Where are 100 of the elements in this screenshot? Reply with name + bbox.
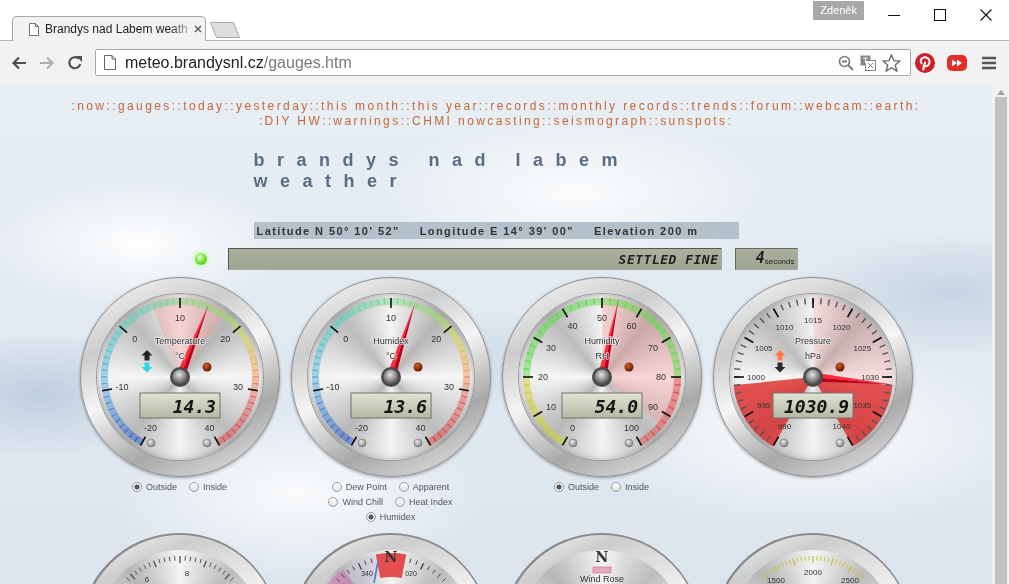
scrollbar[interactable] (992, 84, 1009, 584)
extension-icon[interactable] (947, 54, 967, 71)
knob-icon (357, 438, 366, 448)
knob-icon (568, 438, 577, 448)
scale-label: 40 (204, 423, 214, 434)
radio-option[interactable]: Dew Point (331, 481, 387, 492)
scale-label: 70 (647, 342, 658, 353)
nav-link[interactable]: :webcam: (799, 98, 870, 113)
countdown-display: 4seconds (734, 248, 798, 270)
led-icon (624, 362, 633, 372)
scale-label: 10 (174, 313, 185, 323)
rose-petal (592, 566, 611, 574)
url-text: meteo.brandysnl.cz/gauges.htm (125, 53, 352, 72)
close-icon[interactable] (980, 9, 992, 21)
nav-link[interactable]: :now: (71, 98, 113, 113)
nav-link[interactable]: :this month: (315, 98, 407, 113)
scale-label: 30 (443, 382, 454, 393)
nav-link[interactable]: :monthly records: (552, 98, 686, 113)
scale-label: 100 (623, 423, 639, 434)
nav-link[interactable]: :this year: (406, 98, 485, 113)
extension-icon[interactable] (915, 52, 935, 73)
scale-label: 1020 (832, 323, 850, 333)
page-icon (104, 55, 116, 70)
nav-link[interactable]: :seismograph: (547, 113, 655, 128)
north-label: N (595, 549, 608, 565)
nav-link[interactable]: :warnings: (327, 113, 407, 128)
maximize-icon[interactable] (934, 9, 946, 21)
close-icon[interactable] (193, 25, 202, 33)
nav-link[interactable]: :forum: (744, 98, 800, 113)
scale-label: 90 (647, 401, 658, 412)
scale-label: 80 (655, 372, 666, 382)
nav-link[interactable]: :earth: (869, 98, 921, 113)
scale-label: 995 (756, 401, 770, 410)
scale-label: -10 (114, 382, 128, 393)
scrollbar-thumb[interactable] (994, 97, 1007, 584)
scale-label: 2000 (803, 567, 822, 577)
lcd-display: 54.0 (561, 392, 642, 419)
gauge-title: Wind Rose (579, 574, 624, 584)
radio-option[interactable]: Inside (189, 481, 228, 492)
star-icon[interactable] (882, 53, 901, 72)
radio-option[interactable]: Inside (611, 481, 650, 492)
location-text: Longitude E 14° 39' 00" (419, 224, 574, 237)
gauge-unit: hPa (804, 351, 821, 361)
knob-icon (413, 438, 422, 448)
gauge-unit: °C (174, 351, 185, 361)
scale-label: 990 (777, 421, 791, 431)
address-bar[interactable]: meteo.brandysnl.cz/gauges.htm (95, 49, 911, 76)
radio-option[interactable]: Wind Chill (328, 496, 383, 507)
needle-hub (169, 367, 190, 387)
site-title: weather (253, 171, 411, 192)
scale-label: 1500 (766, 575, 785, 584)
reload-icon[interactable] (67, 54, 83, 71)
forecast-display: SETTLED FINE (227, 248, 722, 270)
scale-label: 0 (131, 334, 137, 345)
scale-label: 50 (596, 313, 607, 323)
radio-option[interactable]: Outside (553, 481, 599, 492)
scale-label: 20 (430, 334, 441, 345)
knob-icon (835, 438, 844, 448)
location-text: Latitude N 50° 10' 52" (256, 224, 400, 237)
nav-link[interactable]: :today: (177, 98, 231, 113)
scale-label: 6 (144, 574, 149, 584)
scale-label: 1000 (746, 372, 765, 382)
site-title: brandys nad labem (253, 150, 632, 171)
scale-label: 40 (567, 320, 577, 331)
radio-option[interactable]: Humidex (365, 511, 416, 522)
lcd-display: 14.3 (139, 392, 220, 419)
scale-label: 8 (184, 568, 189, 578)
scale-label: 1035 (852, 401, 871, 410)
scale-label: 1010 (775, 323, 793, 333)
nav-link[interactable]: :trends: (685, 98, 745, 113)
knob-icon (624, 438, 633, 448)
radio-option[interactable]: Apparent (398, 481, 450, 492)
scale-label: -20 (354, 423, 368, 434)
translate-icon[interactable] (860, 54, 876, 71)
needle-hub (802, 367, 823, 387)
scale-label: 1005 (754, 344, 773, 353)
back-icon[interactable] (11, 54, 27, 71)
scale-label: 1040 (832, 421, 850, 431)
scale-label: 20 (219, 334, 230, 345)
scale-label: -20 (143, 423, 157, 434)
browser-tab[interactable]: Brandys nad Labem weath (12, 16, 206, 41)
knob-icon (779, 438, 788, 448)
zoom-out-icon[interactable] (838, 54, 854, 71)
radio-option[interactable]: Heat Index (395, 496, 453, 507)
nav-link[interactable]: :CHMI nowcasting: (406, 113, 548, 128)
radio-option[interactable]: Outside (131, 481, 177, 492)
led-icon (413, 362, 422, 372)
profile-button[interactable]: Zdeněk (813, 1, 864, 20)
nav-link[interactable]: :DIY HW: (258, 113, 328, 128)
knob-icon (202, 438, 211, 448)
scale-label: 1030 (860, 372, 879, 382)
menu-icon[interactable] (982, 55, 996, 70)
scale-label: 1015 (803, 315, 822, 325)
page-icon (29, 22, 39, 36)
needle-hub (380, 367, 401, 387)
nav-link[interactable]: :gauges: (112, 98, 178, 113)
nav-link[interactable]: :yesterday: (230, 98, 316, 113)
nav-link[interactable]: :records: (484, 98, 553, 113)
led-icon (835, 362, 844, 372)
nav-link[interactable]: :sunspots: (654, 113, 734, 128)
